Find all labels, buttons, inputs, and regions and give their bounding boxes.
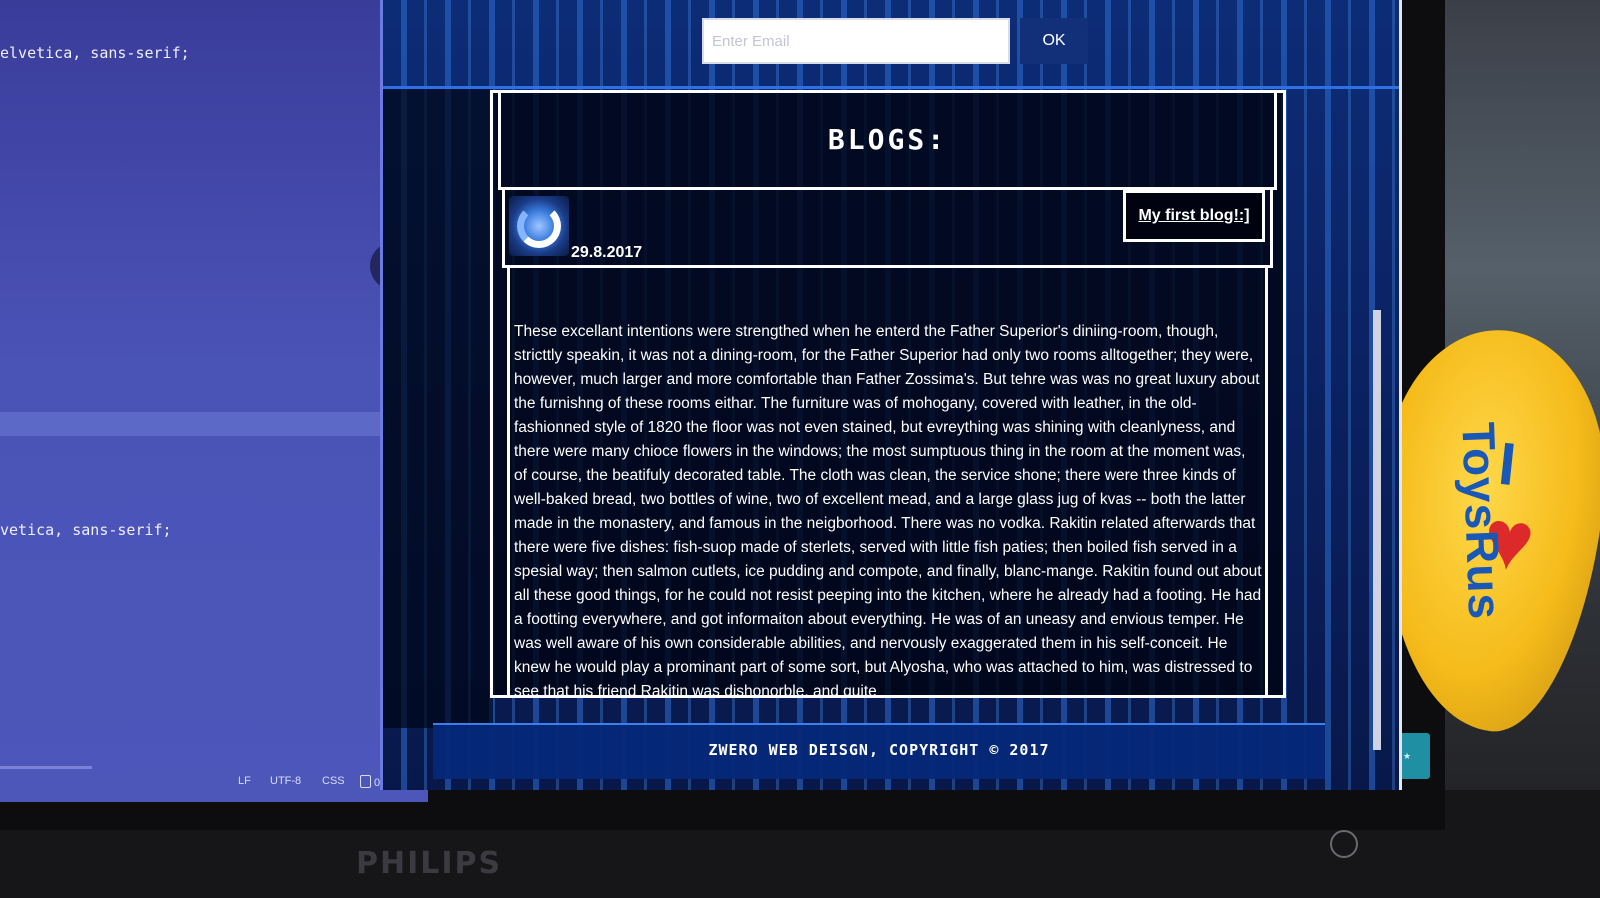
swirl-shape — [517, 204, 561, 248]
file-icon — [360, 775, 371, 788]
copyright-text: ZWERO WEB DEISGN, COPYRIGHT © 2017 — [708, 741, 1050, 759]
ok-button[interactable]: OK — [1020, 18, 1088, 64]
blog-heading-box: BLOGS: — [498, 93, 1277, 190]
email-input[interactable] — [702, 18, 1010, 64]
line-ending-indicator[interactable]: LF — [238, 775, 251, 787]
code-editor-panel[interactable]: elvetica, sans-serif; vetica, sans-serif… — [0, 0, 428, 802]
swirl-logo-icon — [509, 196, 569, 256]
subscribe-bar: OK — [383, 0, 1399, 89]
monitor-brand-logo: PHILIPS — [356, 846, 503, 881]
page-scrollbar[interactable] — [1373, 310, 1381, 750]
post-title-link[interactable]: My first blog!:] — [1123, 190, 1265, 242]
background-shadow — [383, 88, 493, 728]
code-line[interactable]: vetica, sans-serif; — [0, 521, 172, 539]
blog-section: BLOGS: 29.8.2017 My first blog!:] These … — [490, 90, 1286, 698]
balloon-brand-text: ToysRus — [1452, 421, 1512, 621]
browser-viewport: OK BLOGS: 29.8.2017 My first blog!:] The… — [380, 0, 1402, 790]
encoding-indicator[interactable]: UTF-8 — [270, 775, 301, 787]
blog-heading: BLOGS: — [827, 123, 948, 156]
language-indicator[interactable]: CSS — [322, 775, 345, 787]
post-date: 29.8.2017 — [571, 244, 643, 261]
post-text: These excellant intentions were strength… — [514, 323, 1262, 698]
code-line[interactable]: elvetica, sans-serif; — [0, 44, 190, 62]
footer: ZWERO WEB DEISGN, COPYRIGHT © 2017 — [433, 723, 1325, 779]
post-header: 29.8.2017 My first blog!:] — [502, 190, 1273, 268]
power-button-icon — [1330, 830, 1358, 858]
status-bar: LF UTF-8 CSS 0 files — [0, 766, 428, 794]
post-body: These excellant intentions were strength… — [507, 268, 1268, 698]
selected-line-highlight — [0, 412, 400, 436]
